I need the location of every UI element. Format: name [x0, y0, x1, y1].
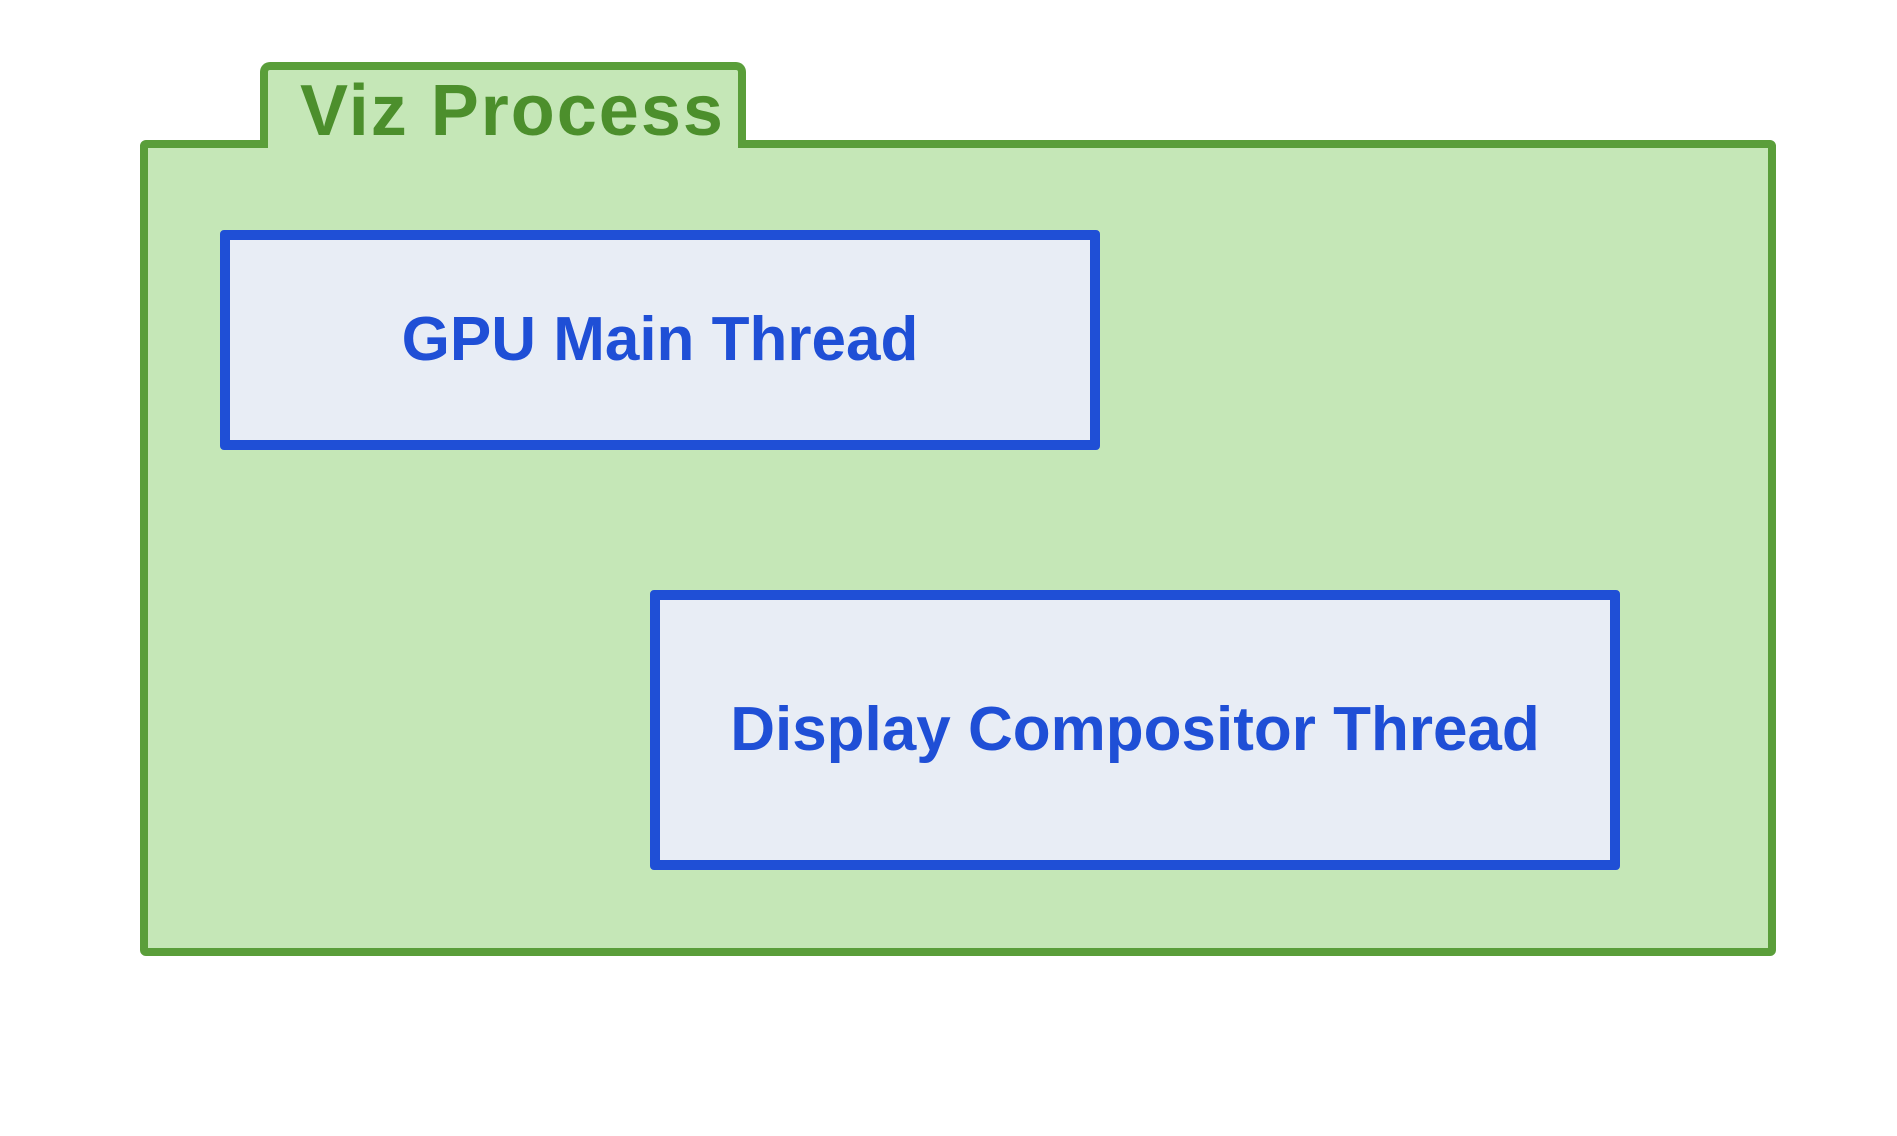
diagram-canvas: Viz Process GPU Main Thread Display Comp…: [0, 0, 1897, 1136]
display-compositor-thread-box: Display Compositor Thread: [650, 590, 1620, 870]
gpu-main-thread-box: GPU Main Thread: [220, 230, 1100, 450]
gpu-main-thread-label: GPU Main Thread: [402, 306, 919, 374]
viz-process-title: Viz Process: [300, 70, 725, 152]
display-compositor-thread-label: Display Compositor Thread: [730, 696, 1540, 764]
